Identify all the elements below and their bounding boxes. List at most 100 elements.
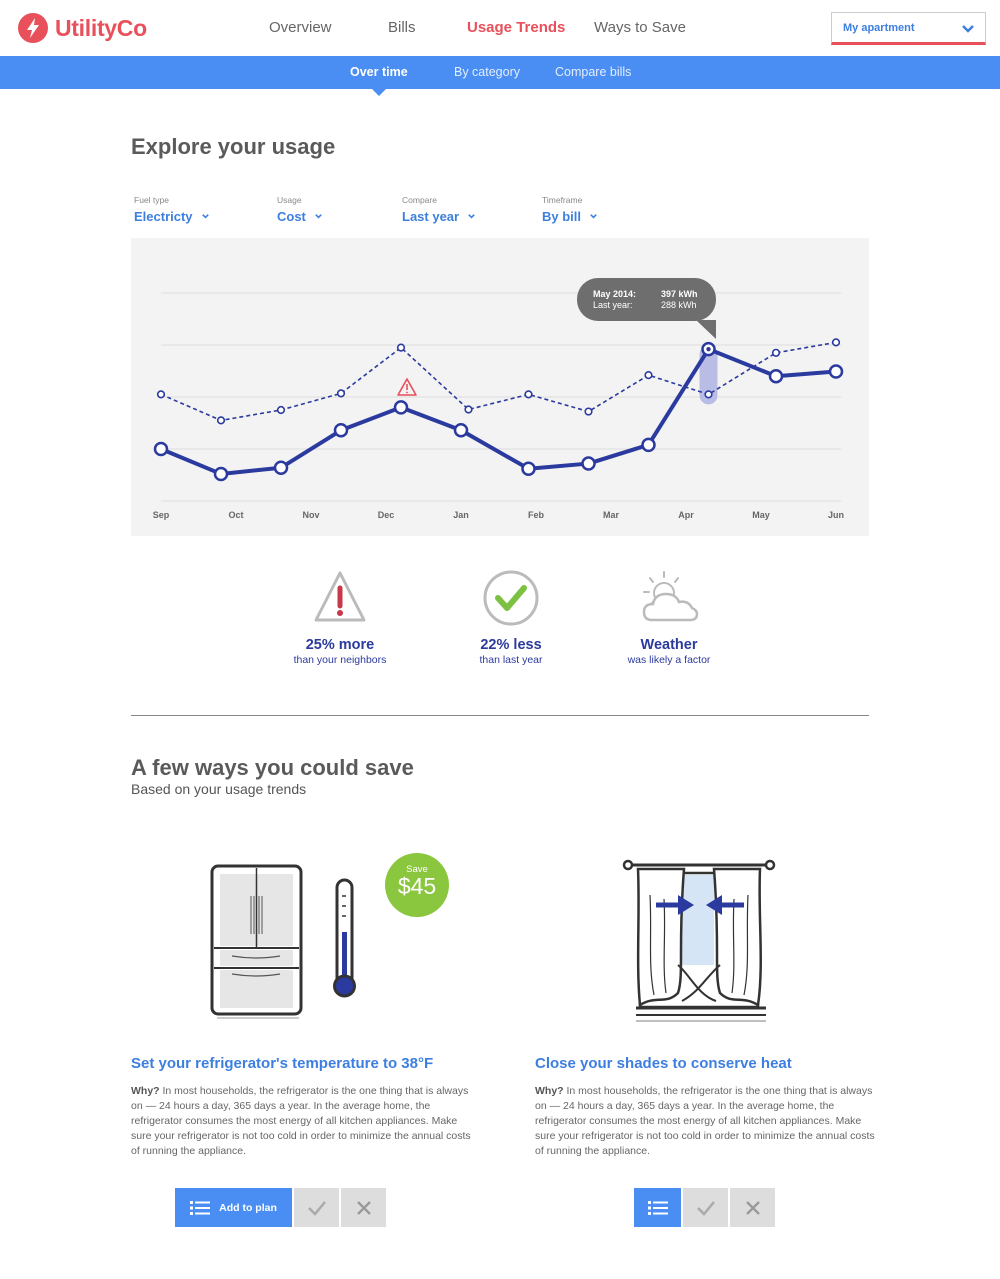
stat-sub: than your neighbors — [293, 654, 387, 666]
account-select[interactable]: My apartment — [831, 12, 986, 45]
filter-value: Last year — [402, 209, 460, 224]
tip-why: Why? — [535, 1085, 564, 1097]
tip-body-text: In most households, the refrigerator is … — [535, 1085, 875, 1157]
data-point-current[interactable] — [581, 456, 596, 471]
chevron-down-icon — [962, 25, 974, 33]
accept-button[interactable] — [294, 1188, 339, 1227]
data-point-current[interactable] — [768, 368, 784, 384]
x-tick-label: Dec — [378, 510, 395, 520]
data-point-last-year[interactable] — [524, 390, 533, 399]
chevron-down-icon — [201, 214, 209, 219]
data-point-current[interactable] — [393, 400, 409, 415]
top-bar: UtilityCo Overview Bills Usage Trends Wa… — [0, 0, 1000, 56]
refrigerator-illustration — [210, 864, 356, 1019]
accept-button[interactable] — [683, 1188, 728, 1227]
data-point-last-year[interactable] — [704, 390, 713, 399]
data-point-current[interactable] — [453, 423, 469, 438]
filter-value: Electricty — [134, 209, 193, 224]
tip-body: Why? In most households, the refrigerato… — [131, 1084, 476, 1159]
nav-overview[interactable]: Overview — [269, 19, 332, 36]
data-point-current[interactable] — [153, 441, 169, 457]
chart-tooltip: May 2014: 397 kWh Last year: 288 kWh — [577, 278, 716, 339]
nav-usage-trends[interactable]: Usage Trends — [467, 19, 565, 36]
filter-timeframe[interactable]: Timeframe By bill — [542, 195, 598, 224]
chart-x-labels: Sep Oct Nov Dec Jan Feb Mar Apr May Jun — [153, 510, 844, 520]
data-point-last-year[interactable] — [396, 343, 406, 352]
tip-title: Close your shades to conserve heat — [535, 1055, 792, 1072]
tooltip-compare-label: Last year: — [593, 300, 633, 310]
data-point-last-year[interactable] — [644, 371, 653, 380]
filter-label: Usage — [277, 195, 302, 205]
filter-value: By bill — [542, 209, 582, 224]
sub-nav: Over time By category Compare bills — [0, 56, 1000, 89]
bolt-icon — [18, 13, 48, 43]
tooltip-value: 397 kWh — [661, 289, 698, 299]
x-tick-label: Jan — [453, 510, 469, 520]
data-point-current[interactable] — [333, 423, 349, 438]
data-point-last-year[interactable] — [156, 390, 166, 399]
warning-icon — [397, 378, 417, 396]
usage-chart: Sep Oct Nov Dec Jan Feb Mar Apr May Jun May 2014:… — [131, 238, 869, 536]
check-icon — [307, 1200, 326, 1216]
data-point-current[interactable] — [641, 437, 656, 453]
stat-neighbors: 25% more than your neighbors — [270, 568, 410, 666]
series-line-current — [160, 347, 837, 476]
explore-title: Explore your usage — [131, 134, 336, 159]
filter-label: Compare — [402, 195, 437, 205]
tip-why: Why? — [131, 1085, 160, 1097]
close-icon — [356, 1200, 371, 1215]
tip-title: Set your refrigerator's temperature to 3… — [131, 1055, 434, 1072]
stat-main: 25% more — [305, 637, 375, 653]
filter-label: Timeframe — [542, 195, 583, 205]
data-point-current[interactable] — [521, 461, 536, 477]
tab-compare-bills[interactable]: Compare bills — [555, 65, 631, 79]
data-point-last-year[interactable] — [584, 407, 593, 416]
stat-main: 22% less — [480, 637, 542, 653]
filter-fuel-type[interactable]: Fuel type Electricty — [134, 195, 210, 224]
check-icon — [483, 570, 539, 626]
data-point-last-year[interactable] — [831, 338, 841, 347]
list-icon — [190, 1200, 211, 1215]
tip-body: Why? In most households, the refrigerato… — [535, 1084, 880, 1159]
data-point-last-year[interactable] — [771, 348, 781, 357]
save-subtitle: Based on your usage trends — [131, 781, 307, 797]
data-point-current[interactable] — [828, 364, 844, 379]
warning-icon — [314, 571, 366, 622]
close-icon — [745, 1200, 760, 1215]
data-point-last-year[interactable] — [464, 405, 473, 414]
filter-usage[interactable]: Usage Cost — [277, 195, 323, 224]
filter-label: Fuel type — [134, 195, 169, 205]
x-tick-label: May — [752, 510, 770, 520]
filter-compare[interactable]: Compare Last year — [402, 195, 476, 224]
save-title: A few ways you could save — [131, 755, 414, 780]
savings-badge: Save $45 — [385, 853, 449, 917]
dismiss-button[interactable] — [341, 1188, 386, 1227]
x-tick-label: Mar — [603, 510, 620, 520]
chevron-down-icon — [468, 214, 475, 219]
data-point-last-year[interactable] — [276, 405, 286, 415]
nav-ways-to-save[interactable]: Ways to Save — [594, 19, 686, 36]
add-to-plan-button[interactable]: Add to plan — [175, 1188, 292, 1227]
data-point-last-year[interactable] — [336, 389, 346, 398]
dismiss-button[interactable] — [730, 1188, 775, 1227]
usage-chart-svg: Sep Oct Nov Dec Jan Feb Mar Apr May Jun May 2014:… — [153, 278, 844, 520]
active-tab-indicator — [371, 88, 387, 96]
savings-badge-value: $45 — [397, 873, 437, 899]
tooltip-compare-value: 288 kWh — [661, 300, 697, 310]
chevron-down-icon — [590, 214, 597, 219]
x-tick-label: Apr — [678, 510, 694, 520]
add-to-plan-button[interactable] — [634, 1188, 681, 1227]
tab-by-category[interactable]: By category — [454, 65, 520, 79]
list-icon — [647, 1200, 668, 1215]
nav-bills[interactable]: Bills — [388, 19, 416, 36]
tab-over-time[interactable]: Over time — [350, 65, 408, 79]
logo[interactable]: UtilityCo — [18, 13, 147, 43]
tip-body-text: In most households, the refrigerator is … — [131, 1085, 471, 1157]
selected-point-dot — [706, 346, 711, 352]
chart-series — [153, 338, 844, 482]
data-point-current[interactable] — [213, 466, 229, 482]
data-point-last-year[interactable] — [216, 416, 226, 425]
brand-name: UtilityCo — [55, 14, 147, 41]
data-point-current[interactable] — [273, 460, 289, 475]
divider — [131, 715, 869, 716]
